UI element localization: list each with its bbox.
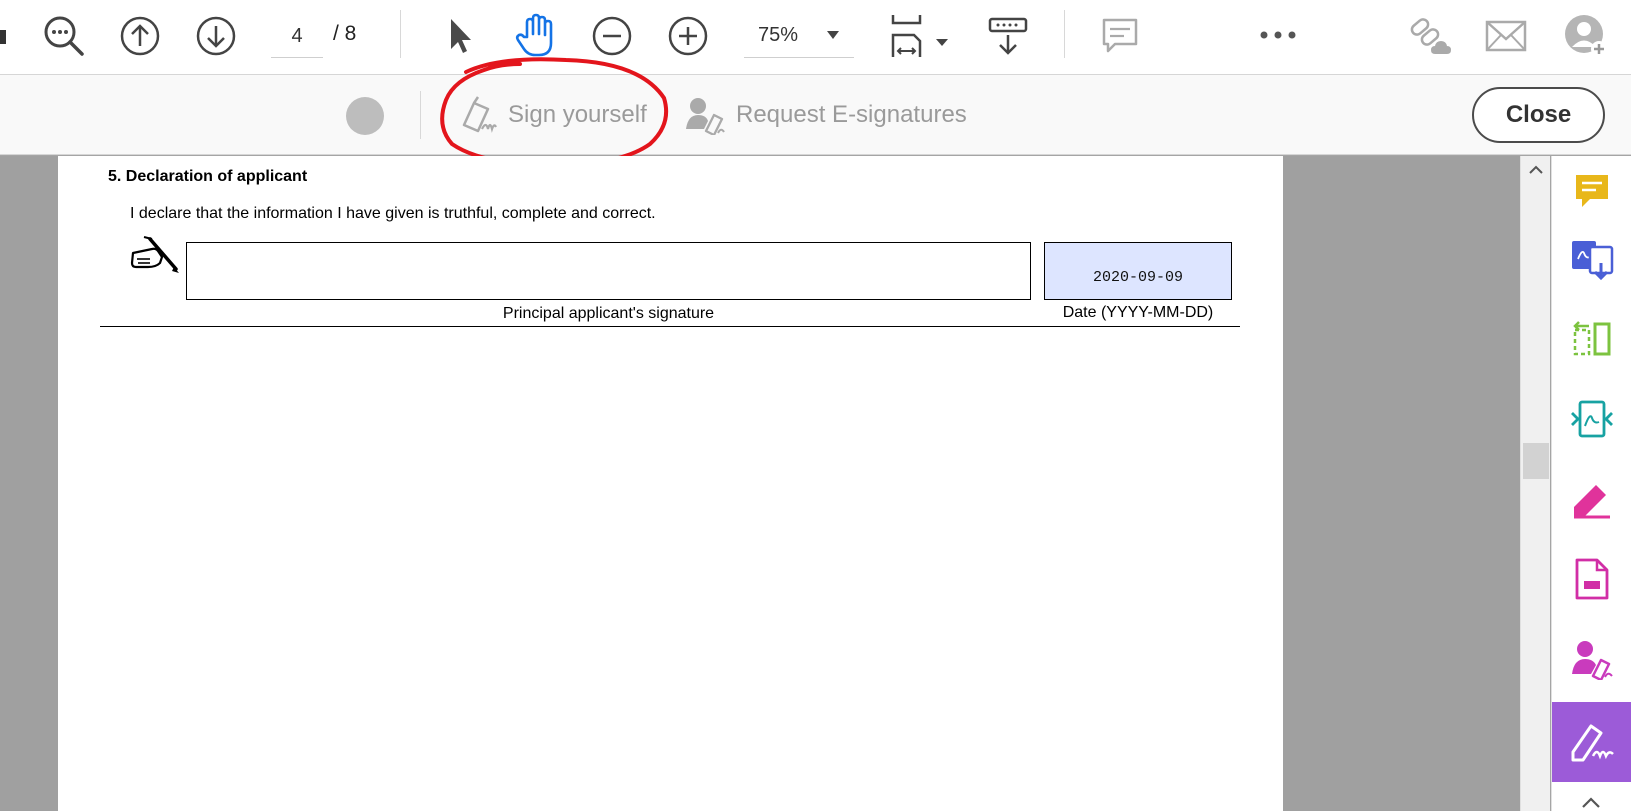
page-number-input[interactable] <box>271 16 323 58</box>
request-esignatures-label: Request E-signatures <box>736 101 967 128</box>
comment-icon <box>1576 175 1608 207</box>
select-cursor-icon[interactable] <box>436 12 484 60</box>
rail-create-pdf-tool[interactable] <box>1552 544 1631 614</box>
export-pdf-icon <box>1572 241 1614 281</box>
add-user-icon[interactable] <box>1560 10 1612 62</box>
date-field[interactable]: 2020-09-09 <box>1044 242 1232 300</box>
color-swatch[interactable] <box>346 97 384 135</box>
sign-toolbar: Sign yourself Request E-signatures Close <box>0 75 1631 155</box>
request-signature-icon <box>686 98 725 135</box>
compress-pdf-icon <box>1571 400 1613 438</box>
rail-organize-pages-tool[interactable] <box>1552 304 1631 374</box>
rail-export-pdf-tool[interactable] <box>1552 224 1631 294</box>
page-total: / 8 <box>333 22 357 45</box>
rail-compress-pdf-tool[interactable] <box>1552 384 1631 454</box>
section-title: 5. Declaration of applicant <box>108 168 308 185</box>
date-label: Date (YYYY-MM-DD) <box>1062 304 1214 321</box>
tools-rail <box>1551 156 1631 811</box>
zoom-value: 75% <box>758 24 799 46</box>
next-page-icon[interactable] <box>192 12 240 60</box>
signbar-divider <box>420 91 421 139</box>
email-icon[interactable] <box>1482 12 1530 60</box>
organize-pages-icon <box>1573 321 1611 356</box>
request-signature-icon <box>1572 641 1613 680</box>
search-zoom-icon[interactable] <box>40 12 88 60</box>
previous-page-icon[interactable] <box>116 12 164 60</box>
writing-hand-icon <box>130 236 179 273</box>
toolbar-divider <box>400 10 401 58</box>
hand-tool-icon[interactable] <box>510 10 562 62</box>
rail-comment-tool[interactable] <box>1552 156 1631 226</box>
zoom-in-icon[interactable] <box>664 12 712 60</box>
toolbar-divider <box>1064 10 1065 58</box>
fill-sign-icon <box>1574 485 1610 519</box>
document-icon <box>1575 558 1609 600</box>
comment-icon[interactable] <box>1096 12 1144 60</box>
pdf-page: 5. Declaration of applicant I declare th… <box>58 156 1283 811</box>
pen-sign-icon <box>1571 724 1614 762</box>
declaration-text: I declare that the information I have gi… <box>130 205 656 222</box>
top-toolbar: / 8 75% <box>0 0 1631 75</box>
page-display-icon[interactable] <box>888 10 954 62</box>
sign-yourself-label: Sign yourself <box>508 101 647 128</box>
close-button[interactable]: Close <box>1472 87 1605 143</box>
chevron-up-icon[interactable] <box>1580 796 1602 810</box>
left-edge-marker <box>0 30 6 44</box>
rail-fill-and-sign-active-tool[interactable] <box>1552 702 1631 782</box>
zoom-out-icon[interactable] <box>588 12 636 60</box>
vertical-scrollbar[interactable] <box>1520 156 1550 811</box>
divider-line <box>100 326 1240 327</box>
chevron-up-icon[interactable] <box>1527 164 1545 176</box>
document-viewport[interactable]: 5. Declaration of applicant I declare th… <box>0 156 1520 811</box>
scrollbar-thumb[interactable] <box>1523 443 1549 479</box>
rail-request-signatures-tool[interactable] <box>1552 624 1631 694</box>
zoom-dropdown[interactable]: 75% <box>744 14 854 58</box>
signature-field[interactable] <box>186 242 1031 300</box>
scroll-mode-icon[interactable] <box>984 12 1032 60</box>
signature-label: Principal applicant's signature <box>502 305 715 322</box>
sign-yourself-button[interactable]: Sign yourself <box>458 93 647 137</box>
request-esignatures-button[interactable]: Request E-signatures <box>684 93 967 137</box>
rail-fill-sign-tool[interactable] <box>1552 464 1631 534</box>
pen-sign-icon <box>462 96 497 133</box>
more-options-icon[interactable] <box>1254 20 1302 50</box>
chevron-down-icon <box>827 31 839 39</box>
share-link-icon[interactable] <box>1404 12 1456 60</box>
